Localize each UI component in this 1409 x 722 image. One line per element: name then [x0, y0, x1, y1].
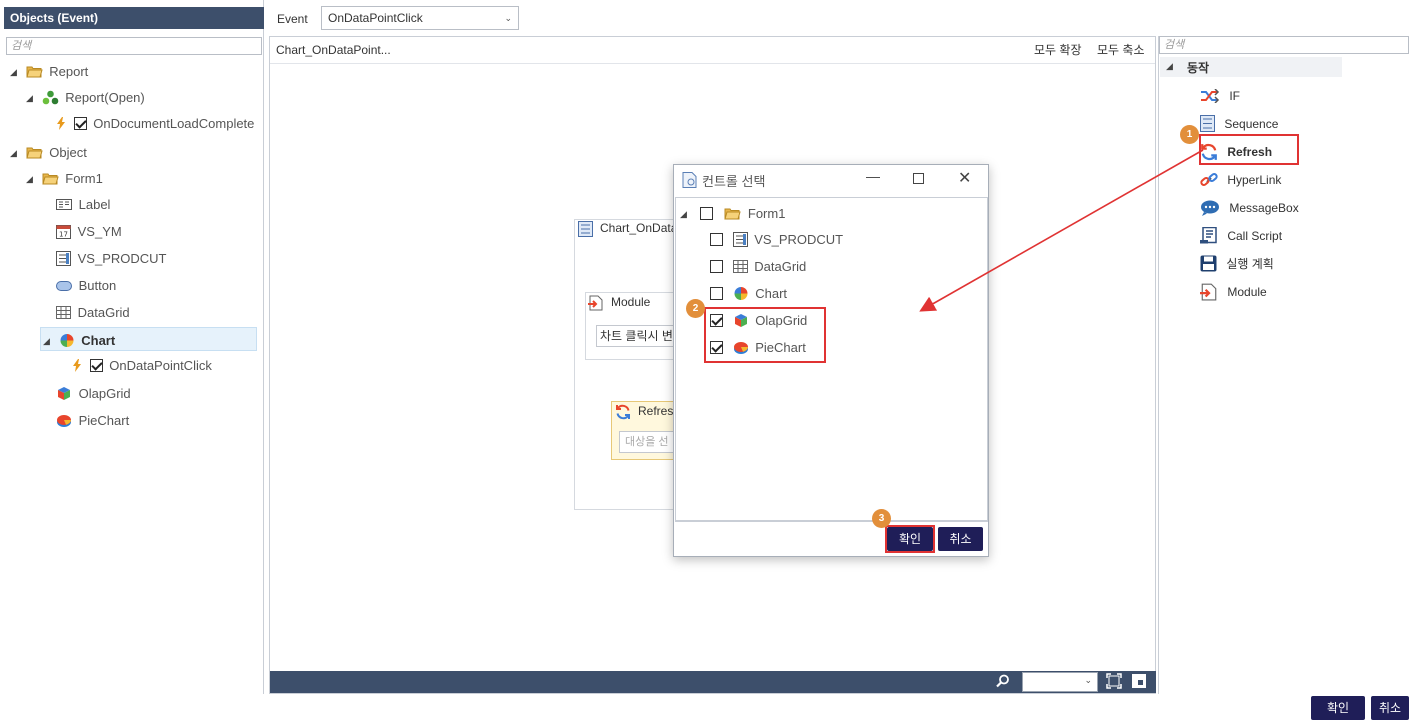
annotation-arrow: [919, 149, 1204, 312]
